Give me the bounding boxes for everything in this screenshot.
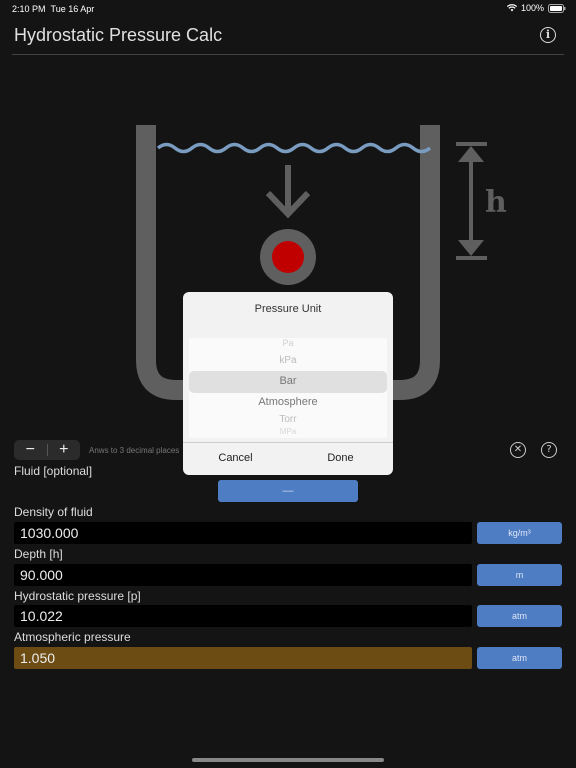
- atmospheric-unit-button[interactable]: atm: [477, 647, 562, 669]
- density-label: Density of fluid: [14, 505, 93, 519]
- down-arrow-icon: [265, 165, 311, 219]
- picker-option[interactable]: kPa: [189, 355, 387, 366]
- battery-icon: [548, 3, 566, 13]
- depth-field[interactable]: 90.000: [14, 564, 472, 586]
- battery-percent: 100%: [520, 3, 544, 13]
- cancel-button[interactable]: Cancel: [183, 452, 288, 464]
- dialog-divider: [183, 442, 393, 443]
- picker-option[interactable]: Atmosphere: [189, 396, 387, 408]
- fluid-select-button[interactable]: —: [218, 480, 358, 502]
- depth-label: Depth [h]: [14, 547, 63, 561]
- increment-button[interactable]: +: [48, 440, 81, 460]
- picker-option[interactable]: MPa: [189, 427, 387, 436]
- atmospheric-field[interactable]: 1.050: [14, 647, 472, 669]
- height-label: h: [485, 185, 507, 220]
- height-indicator: [456, 142, 487, 260]
- atmospheric-label: Atmospheric pressure: [14, 630, 131, 644]
- home-indicator[interactable]: [192, 758, 384, 762]
- status-right: 100%: [506, 3, 566, 13]
- status-time: 2:10 PM Tue 16 Apr: [12, 4, 95, 14]
- wifi-icon: [506, 4, 517, 12]
- pressure-unit-dialog: Pressure Unit Pa kPa Bar Atmosphere Torr…: [183, 292, 393, 475]
- decrement-button[interactable]: −: [14, 440, 47, 460]
- unit-picker[interactable]: Pa kPa Bar Atmosphere Torr MPa: [189, 338, 387, 438]
- dialog-title: Pressure Unit: [254, 303, 322, 315]
- picker-option[interactable]: Pa: [189, 338, 387, 348]
- density-unit-button[interactable]: kg/m³: [477, 522, 562, 544]
- density-field[interactable]: 1030.000: [14, 522, 472, 544]
- depth-unit-button[interactable]: m: [477, 564, 562, 586]
- done-button[interactable]: Done: [288, 452, 393, 464]
- object-core: [272, 241, 304, 273]
- precision-stepper[interactable]: − +: [14, 440, 80, 460]
- pressure-unit-button[interactable]: atm: [477, 605, 562, 627]
- pressure-field[interactable]: 10.022: [14, 605, 472, 627]
- help-icon[interactable]: ?: [541, 442, 557, 458]
- precision-hint: Anws to 3 decimal places: [89, 446, 180, 455]
- clear-icon[interactable]: ✕: [510, 442, 526, 458]
- water-surface: [156, 142, 432, 154]
- pressure-label: Hydrostatic pressure [p]: [14, 589, 141, 603]
- picker-option[interactable]: Torr: [189, 414, 387, 425]
- info-icon[interactable]: i: [540, 27, 556, 43]
- fluid-label: Fluid [optional]: [14, 464, 93, 478]
- status-bar: 2:10 PM Tue 16 Apr 100%: [0, 0, 576, 16]
- page-title: Hydrostatic Pressure Calc: [14, 25, 223, 45]
- picker-option-selected[interactable]: Bar: [189, 375, 387, 387]
